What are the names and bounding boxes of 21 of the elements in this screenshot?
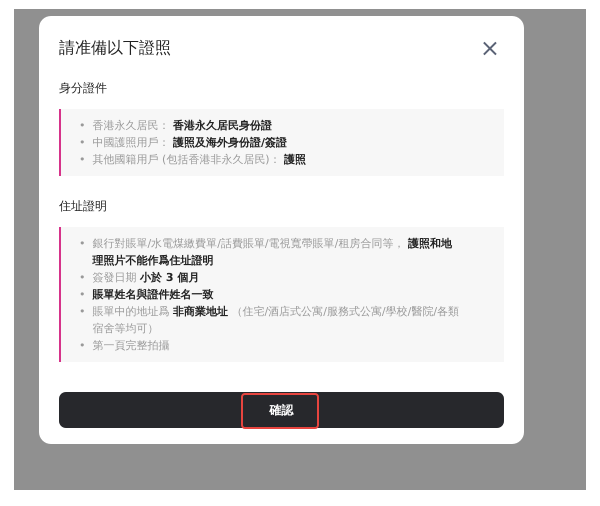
list-item: 中國護照用戶： 護照及海外身份證/簽證 <box>92 135 288 151</box>
section-heading: 住址證明 <box>59 198 108 215</box>
dialog-title: 請准備以下證照 <box>59 38 171 58</box>
list-item: 香港永久居民： 香港永久居民身份證 <box>92 118 272 134</box>
list-item: 賬單姓名與證件姓名一致 <box>92 287 214 303</box>
bullet: • <box>79 118 86 134</box>
list-item: 第一頁完整拍攝 <box>92 338 170 354</box>
bullet: • <box>79 152 86 168</box>
list-item: 銀行對賬單/水電煤繳費單/話費賬單/電視寬帶賬單/租房合同等， 護照和地理照片不能作爲住址證明 <box>92 236 453 269</box>
bullet: • <box>79 338 86 354</box>
bullet: • <box>79 287 86 303</box>
confirm-button[interactable]: 確認 <box>59 392 504 428</box>
bullet: • <box>79 135 86 151</box>
close-button[interactable]: × <box>476 36 504 60</box>
bullet: • <box>79 270 86 286</box>
list-item: 簽發日期 小於 3 個月 <box>92 270 200 286</box>
list-item: 其他國籍用戶 (包括香港非永久居民)： 護照 <box>92 152 306 168</box>
list-item: 賬單中的地址爲 非商業地址 （住宅/酒店式公寓/服務式公寓/學校/醫院/各類宿舍等均可） <box>92 304 460 337</box>
bullet: • <box>79 236 86 252</box>
section-heading: 身分證件 <box>59 80 108 97</box>
bullet: • <box>79 304 86 320</box>
